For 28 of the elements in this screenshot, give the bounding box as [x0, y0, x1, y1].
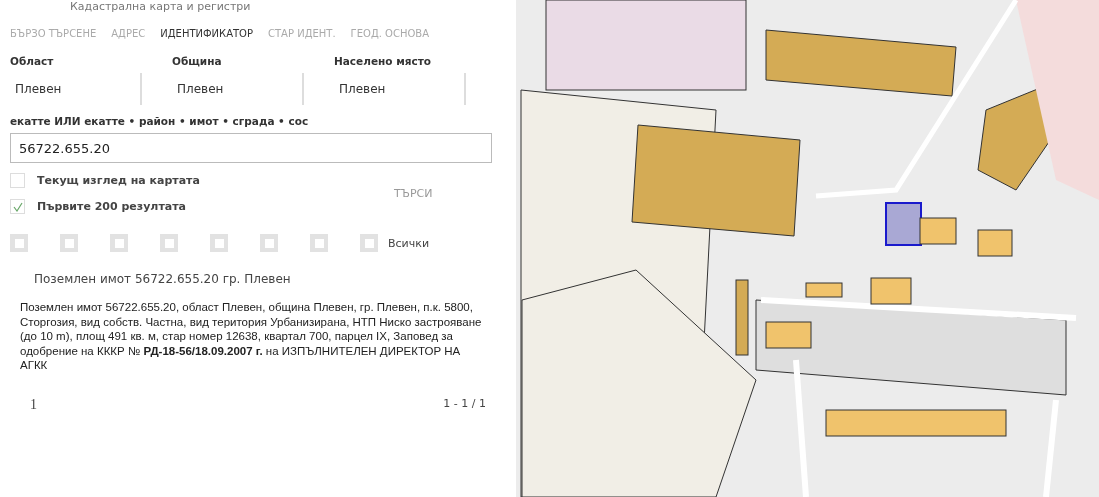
layer-checkbox[interactable] — [360, 234, 378, 252]
field-label: екатте ИЛИ екатте • район • имот • сграда • сос — [10, 115, 310, 127]
result-count: 1 - 1 / 1 — [443, 396, 486, 412]
layer-checkbox[interactable] — [260, 234, 278, 252]
checkbox[interactable] — [10, 199, 25, 214]
checkbox-label: Първите 200 резултата — [37, 200, 187, 213]
identifier-field[interactable]: 56722.655.20 — [10, 133, 492, 163]
checkbox-label: Текущ изглед на картата — [37, 174, 200, 187]
layer-checkbox[interactable] — [160, 234, 178, 252]
layer-checkbox[interactable] — [110, 234, 128, 252]
layer-checkbox[interactable] — [210, 234, 228, 252]
layer-checkbox[interactable] — [10, 234, 28, 252]
dropdown[interactable]: Плевен — [172, 73, 304, 105]
dropdown[interactable]: Плевен — [10, 73, 142, 105]
search-tab[interactable]: ИДЕНТИФИКАТОР — [160, 28, 254, 39]
checkbox-label: Всички — [388, 236, 430, 250]
cadastral-map-drawing[interactable] — [516, 0, 1099, 497]
field-label: Населено място — [334, 55, 432, 67]
dropdown[interactable]: Плевен — [334, 73, 466, 105]
result-description: Поземлен имот 56722.655.20, област Плевен, община Плевен, гр. Плевен, п.к. 5800, Сторгозия, вид собств. Частна, вид територия Урбанизирана, НТП Ниско застрояване (до 10 m), площ 491 кв. м, стар номер 12638, квартал 700, парцел IX, Заповед за одобрение на КККР № РД-18-56/18.09.2007 г. на ИЗПЪЛНИТЕЛЕН ДИРЕКТОР НА АГКК — [20, 300, 483, 373]
checkbox[interactable] — [10, 173, 25, 188]
field-label: Община — [172, 55, 223, 67]
layer-checkbox[interactable] — [310, 234, 328, 252]
app-title: Кадастрална карта и регистри — [70, 0, 252, 14]
field-label: Област — [10, 55, 55, 67]
layer-checkbox[interactable] — [60, 234, 78, 252]
page-number[interactable]: 1 — [30, 396, 37, 413]
result-title[interactable]: Поземлен имот 56722.655.20 гр. Плевен — [34, 272, 496, 286]
